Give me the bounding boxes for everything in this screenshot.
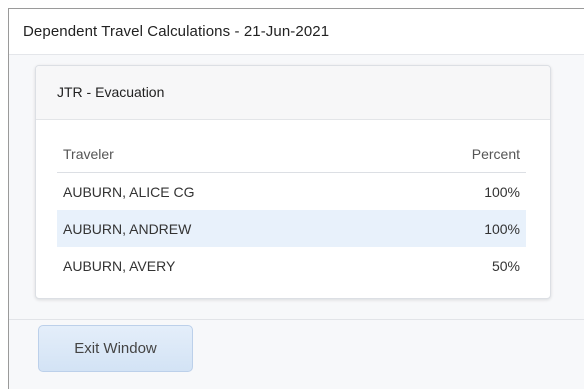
- evacuation-card: JTR - Evacuation Traveler Percent AUBURN…: [35, 65, 551, 299]
- table-row[interactable]: AUBURN, ALICE CG 100%: [57, 173, 526, 211]
- traveler-cell: AUBURN, ALICE CG: [63, 183, 195, 200]
- traveler-cell: AUBURN, AVERY: [63, 257, 176, 274]
- card-header: JTR - Evacuation: [36, 66, 550, 120]
- table-row[interactable]: AUBURN, AVERY 50%: [57, 247, 526, 284]
- traveler-cell: AUBURN, ANDREW: [57, 210, 388, 247]
- percent-cell: 50%: [491, 257, 520, 274]
- traveler-table: Traveler Percent AUBURN, ALICE CG 100% A…: [57, 136, 526, 284]
- column-header-percent[interactable]: Percent: [387, 136, 526, 173]
- footer-divider: [9, 319, 584, 320]
- table-row-selected[interactable]: AUBURN, ANDREW 100%: [57, 210, 526, 247]
- window-header: Dependent Travel Calculations - 21-Jun-2…: [9, 9, 584, 55]
- percent-cell: 100%: [387, 210, 526, 247]
- table-header-row: Traveler Percent: [57, 136, 526, 173]
- exit-window-button[interactable]: Exit Window: [38, 325, 193, 372]
- column-header-traveler[interactable]: Traveler: [57, 136, 388, 173]
- percent-cell: 100%: [484, 183, 520, 200]
- card-title: JTR - Evacuation: [57, 84, 165, 100]
- window-title: Dependent Travel Calculations - 21-Jun-2…: [23, 23, 330, 40]
